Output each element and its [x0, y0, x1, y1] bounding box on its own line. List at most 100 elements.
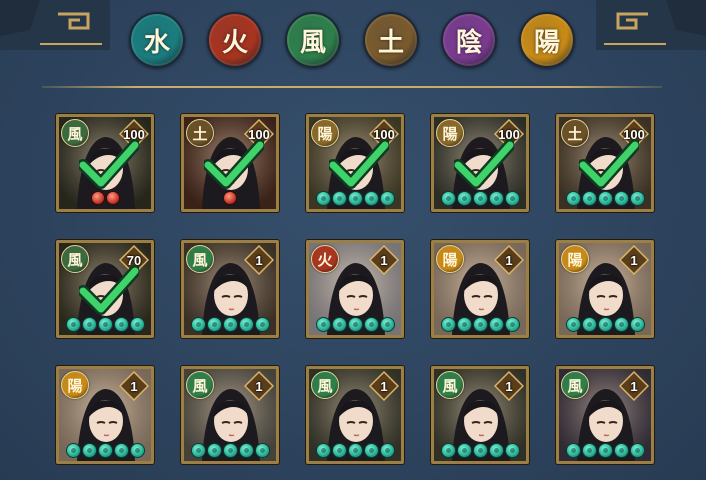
wind-glyph: 風	[299, 27, 326, 58]
star-icon	[113, 317, 129, 332]
star-icon	[504, 443, 520, 458]
star-icon	[347, 191, 363, 206]
star-icon	[315, 191, 331, 206]
character-card[interactable]: 風1	[306, 366, 404, 464]
attribute-badge: 風	[186, 371, 214, 399]
star-icon	[565, 443, 581, 458]
star-icon	[331, 317, 347, 332]
fire-glyph: 火	[221, 27, 248, 58]
character-card[interactable]: 陽1	[431, 240, 529, 338]
attribute-badge: 風	[561, 371, 589, 399]
level-badge: 1	[244, 245, 274, 275]
star-icon	[597, 443, 613, 458]
star-icon	[363, 443, 379, 458]
star-icon	[581, 443, 597, 458]
star-icon	[222, 443, 238, 458]
star-icon	[472, 443, 488, 458]
star-icon	[440, 317, 456, 332]
character-card[interactable]: 風 100	[56, 114, 154, 212]
filter-water-button[interactable]: 水	[129, 12, 185, 68]
character-card[interactable]: 土 100	[556, 114, 654, 212]
star-icon	[206, 317, 222, 332]
character-card[interactable]: 土 100	[181, 114, 279, 212]
character-card[interactable]: 風1	[181, 240, 279, 338]
star-icon	[315, 317, 331, 332]
level-text: 1	[255, 252, 263, 268]
character-card[interactable]: 陽 100	[431, 114, 529, 212]
yin-glyph: 陰	[455, 27, 482, 58]
star-icon	[565, 317, 581, 332]
rank-row	[559, 443, 651, 459]
level-badge: 1	[494, 371, 524, 401]
star-icon	[65, 443, 81, 458]
level-badge: 1	[244, 371, 274, 401]
character-card[interactable]: 陽 100	[306, 114, 404, 212]
star-icon	[81, 443, 97, 458]
rank-row	[309, 191, 401, 207]
attribute-badge: 陽	[61, 371, 89, 399]
star-icon	[129, 443, 145, 458]
star-icon	[347, 317, 363, 332]
star-icon	[206, 443, 222, 458]
star-icon	[488, 191, 504, 206]
star-icon	[613, 191, 629, 206]
star-icon	[581, 317, 597, 332]
level-text: 1	[130, 378, 138, 394]
star-icon	[597, 317, 613, 332]
character-card[interactable]: 風1	[431, 366, 529, 464]
star-icon	[315, 443, 331, 458]
level-badge: 1	[619, 371, 649, 401]
character-card[interactable]: 陽1	[556, 240, 654, 338]
character-card[interactable]: 風 70	[56, 240, 154, 338]
element-filter-bar: 水 火 風 土 陰 陽	[0, 12, 706, 70]
attribute-badge: 風	[436, 371, 464, 399]
star-icon	[97, 443, 113, 458]
star-icon	[456, 443, 472, 458]
checkmark-icon	[204, 139, 264, 189]
level-text: 1	[380, 252, 388, 268]
coin-icon	[223, 191, 237, 205]
attribute-badge: 風	[186, 245, 214, 273]
level-text: 1	[630, 252, 638, 268]
attribute-badge: 火	[311, 245, 339, 273]
star-icon	[331, 443, 347, 458]
checkmark-icon	[454, 139, 514, 189]
star-icon	[629, 317, 645, 332]
rank-row	[434, 443, 526, 459]
level-text: 1	[630, 378, 638, 394]
rank-row	[59, 191, 151, 207]
star-icon	[81, 317, 97, 332]
star-icon	[331, 191, 347, 206]
character-card[interactable]: 火1	[306, 240, 404, 338]
checkmark-icon	[79, 265, 139, 315]
filter-earth-button[interactable]: 土	[363, 12, 419, 68]
star-icon	[379, 191, 395, 206]
filter-yin-button[interactable]: 陰	[441, 12, 497, 68]
star-icon	[456, 317, 472, 332]
star-icon	[347, 443, 363, 458]
level-badge: 1	[619, 245, 649, 275]
star-icon	[629, 191, 645, 206]
character-card[interactable]: 風1	[556, 366, 654, 464]
filter-yang-button[interactable]: 陽	[519, 12, 575, 68]
level-badge: 1	[369, 245, 399, 275]
character-card[interactable]: 陽1	[56, 366, 154, 464]
star-icon	[488, 443, 504, 458]
filter-fire-button[interactable]: 火	[207, 12, 263, 68]
yang-glyph: 陽	[533, 27, 560, 58]
star-icon	[190, 443, 206, 458]
star-icon	[597, 191, 613, 206]
checkmark-icon	[579, 139, 639, 189]
rank-row	[434, 191, 526, 207]
rank-row	[309, 443, 401, 459]
star-icon	[363, 317, 379, 332]
coin-icon	[105, 191, 120, 205]
star-icon	[565, 191, 581, 206]
filter-wind-button[interactable]: 風	[285, 12, 341, 68]
star-icon	[379, 443, 395, 458]
star-icon	[238, 443, 254, 458]
star-icon	[97, 317, 113, 332]
star-icon	[440, 443, 456, 458]
star-icon	[129, 317, 145, 332]
character-card[interactable]: 風1	[181, 366, 279, 464]
